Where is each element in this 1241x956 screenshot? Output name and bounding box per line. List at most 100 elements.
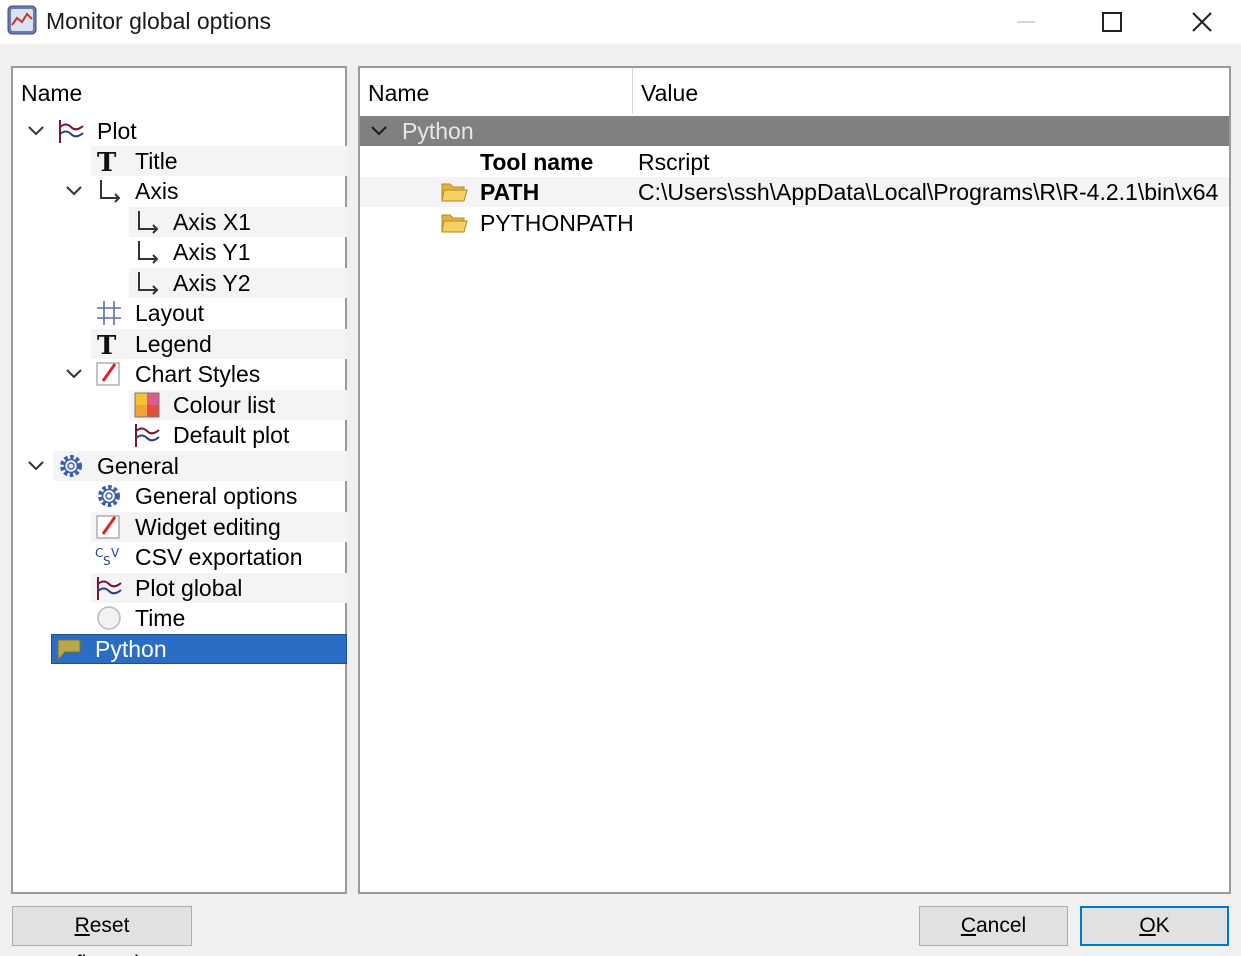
- row-stripe: [91, 329, 347, 359]
- property-group-label: Python: [402, 118, 474, 144]
- tree-column-header: Name: [21, 80, 83, 106]
- property-name: PYTHONPATH: [480, 210, 634, 236]
- tree-item-widget-editing[interactable]: Widget editing: [21, 512, 347, 542]
- tree-item-label: General: [97, 453, 179, 479]
- property-row-pythonpath[interactable]: PYTHONPATH: [360, 208, 1229, 238]
- plot-icon: [135, 424, 160, 447]
- property-row-path[interactable]: PATH C:\Users\ssh\AppData\Local\Programs…: [360, 177, 1229, 207]
- gear-icon: [60, 455, 82, 477]
- cancel-button[interactable]: Cancel: [919, 906, 1068, 946]
- button-label: K: [1155, 914, 1170, 937]
- tree-item-axis-y1[interactable]: Axis Y1: [21, 237, 339, 267]
- axis-icon: [138, 241, 159, 264]
- tree-item-label: Default plot: [173, 422, 290, 448]
- tree-item-label: Widget editing: [135, 514, 281, 540]
- button-label: ancel: [975, 914, 1027, 937]
- svg-text:S: S: [103, 554, 111, 568]
- mnemonic: R: [74, 914, 90, 937]
- svg-text:V: V: [111, 546, 120, 560]
- tree-item-label: Colour list: [173, 392, 276, 418]
- minimize-icon: [1017, 21, 1035, 23]
- plot-icon: [59, 120, 84, 143]
- gear-icon: [98, 485, 120, 507]
- tree-item-axis[interactable]: Axis: [21, 176, 339, 206]
- tree-item-legend[interactable]: T Legend: [21, 329, 347, 359]
- pencil-icon: [96, 362, 120, 386]
- tree-item-label: Axis X1: [173, 209, 251, 235]
- title-bar: Monitor global options: [0, 0, 1241, 44]
- tree-item-axis-y2[interactable]: Axis Y2: [21, 268, 347, 298]
- column-divider[interactable]: [632, 68, 633, 114]
- property-value[interactable]: Rscript: [638, 147, 710, 177]
- name-column-header[interactable]: Name: [368, 78, 429, 108]
- tree-item-python[interactable]: Python: [21, 634, 347, 664]
- ok-button[interactable]: OK: [1080, 906, 1229, 946]
- tree-item-label: Chart Styles: [135, 361, 261, 387]
- button-label: eset configuration: [42, 914, 162, 956]
- maximize-button[interactable]: [1082, 0, 1142, 44]
- text-icon: T: [97, 148, 117, 174]
- tree-item-axis-x1[interactable]: Axis X1: [21, 207, 347, 237]
- window-title: Monitor global options: [46, 8, 272, 34]
- close-button[interactable]: [1172, 0, 1232, 44]
- tree-item-time[interactable]: Time: [21, 603, 339, 633]
- pencil-icon: [96, 515, 120, 539]
- tree-item-label: Plot global: [135, 575, 243, 601]
- tree-item-label: Time: [135, 605, 186, 631]
- reset-configuration-button[interactable]: Reset configuration: [12, 906, 192, 956]
- axis-icon: [138, 211, 159, 234]
- property-name: PATH: [480, 179, 540, 205]
- value-column-header[interactable]: Value: [641, 78, 698, 108]
- tree-item-label: CSV exportation: [135, 544, 303, 570]
- csv-icon: CSV: [95, 546, 120, 568]
- grid-icon: [97, 301, 121, 325]
- tree-item-label: General options: [135, 483, 298, 509]
- chevron-down-icon[interactable]: [25, 116, 47, 146]
- tree-item-title[interactable]: T Title: [21, 146, 347, 176]
- tree-item-colour-list[interactable]: Colour list: [21, 390, 347, 420]
- tree-item-layout[interactable]: Layout: [21, 298, 339, 328]
- tree-item-default-plot[interactable]: Default plot: [21, 420, 339, 450]
- chart-line-icon: [7, 5, 37, 35]
- chevron-down-icon[interactable]: [25, 451, 47, 481]
- tree-item-label: Python: [95, 636, 167, 662]
- mnemonic: C: [960, 914, 976, 937]
- mnemonic: O: [1139, 914, 1156, 937]
- tree-item-label: Layout: [135, 300, 205, 326]
- tree-item-general-options[interactable]: General options: [21, 481, 339, 511]
- tree-item-label: Axis Y1: [173, 239, 251, 265]
- tree-item-general[interactable]: General: [21, 451, 347, 481]
- tree-item-plot[interactable]: Plot: [21, 116, 339, 146]
- tree-item-plot-global[interactable]: Plot global: [21, 573, 347, 603]
- chevron-down-icon[interactable]: [368, 116, 390, 146]
- tree-item-label: Axis: [135, 178, 179, 204]
- text-icon: T: [97, 331, 117, 357]
- property-grid[interactable]: Name Value Python Tool name Rscript PATH…: [358, 66, 1231, 894]
- close-icon: [1192, 12, 1212, 32]
- tree-item-label: Axis Y2: [173, 270, 251, 296]
- property-value[interactable]: C:\Users\ssh\AppData\Local\Programs\R\R-…: [638, 177, 1218, 207]
- property-group-python[interactable]: Python: [360, 116, 1229, 146]
- axis-icon: [138, 272, 159, 295]
- folder-icon: [441, 183, 468, 202]
- python-icon: [57, 639, 81, 662]
- tree-item-label: Plot: [97, 118, 137, 144]
- clock-icon: [97, 606, 121, 630]
- minimize-button[interactable]: [996, 0, 1056, 44]
- options-tree[interactable]: Name Plot T Title Axis Axis X1 Axis Y1 A…: [11, 66, 347, 894]
- tree-item-label: Title: [135, 148, 178, 174]
- property-row-tool-name[interactable]: Tool name Rscript: [360, 147, 1229, 177]
- plot-icon: [97, 577, 122, 600]
- tree-item-chart-styles[interactable]: Chart Styles: [21, 359, 339, 389]
- chevron-down-icon[interactable]: [63, 359, 85, 389]
- chevron-down-icon[interactable]: [63, 176, 85, 206]
- property-name: Tool name: [480, 149, 594, 175]
- axis-icon: [100, 180, 121, 203]
- svg-text:T: T: [97, 148, 117, 174]
- maximize-icon: [1102, 12, 1122, 32]
- palette-icon: [134, 392, 160, 418]
- row-stripe: [91, 146, 347, 176]
- tree-item-csv-exportation[interactable]: CSV CSV exportation: [21, 542, 339, 572]
- folder-icon: [441, 214, 468, 233]
- svg-text:T: T: [97, 331, 117, 357]
